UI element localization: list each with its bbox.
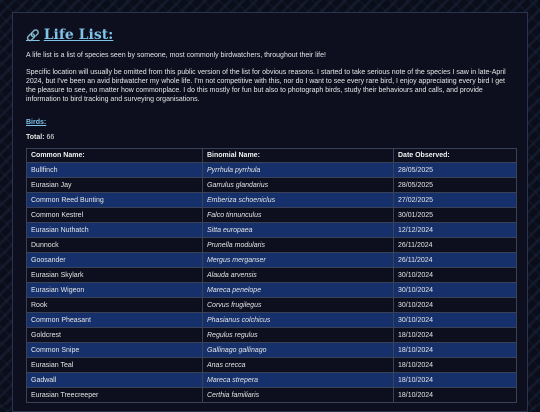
cell-date-observed: 27/02/2025 bbox=[393, 192, 517, 208]
page-title-text: Life List: bbox=[43, 27, 114, 43]
cell-date-observed: 30/10/2024 bbox=[393, 282, 517, 298]
table-row: Common Snipe Gallinago gallinago 18/10/202… bbox=[26, 342, 517, 358]
table-row: Eurasian Jay Garrulus glandarius 28/05/202… bbox=[26, 177, 517, 193]
link-icon: 🔗 bbox=[26, 28, 40, 42]
table-row: Bullfinch Pyrrhula pyrrhula 28/05/2025 bbox=[26, 162, 517, 178]
column-header-binomial-name: Binomial Name: bbox=[202, 148, 394, 163]
cell-date-observed: 12/12/2024 bbox=[393, 222, 517, 238]
table-row: Goldcrest Regulus regulus 18/10/2024 bbox=[26, 327, 517, 343]
cell-common-name: Bullfinch bbox=[26, 162, 203, 178]
cell-date-observed: 30/10/2024 bbox=[393, 267, 517, 283]
cell-binomial-name: Prunella modularis bbox=[202, 237, 394, 253]
birds-section-label: Birds: bbox=[26, 119, 47, 126]
table-row: Dunnock Prunella modularis 26/11/2024 bbox=[26, 237, 517, 253]
table-row: Eurasian Teal Anas crecca 18/10/2024 bbox=[26, 357, 517, 373]
cell-binomial-name: Falco tinnunculus bbox=[202, 207, 394, 223]
cell-common-name: Dunnock bbox=[26, 237, 203, 253]
table-row: Common Reed Bunting Emberiza schoeniclus 2… bbox=[26, 192, 517, 208]
cell-common-name: Common Snipe bbox=[26, 342, 203, 358]
table-row: Eurasian Wigeon Mareca penelope 30/10/2024 bbox=[26, 282, 517, 298]
intro-text: A life list is a list of species seen by… bbox=[26, 52, 326, 59]
cell-common-name: Rook bbox=[26, 297, 203, 313]
cell-binomial-name: Gallinago gallinago bbox=[202, 342, 394, 358]
cell-date-observed: 18/10/2024 bbox=[393, 387, 517, 403]
table-row: Gadwall Mareca strepera 18/10/2024 bbox=[26, 372, 517, 388]
cell-date-observed: 30/01/2025 bbox=[393, 207, 517, 223]
cell-common-name: Common Reed Bunting bbox=[26, 192, 203, 208]
total-value: 66 bbox=[46, 134, 55, 141]
life-list-panel: 🔗 Life List: A life list is a list of sp… bbox=[12, 12, 528, 412]
table-row: Goosander Mergus merganser 26/11/2024 bbox=[26, 252, 517, 268]
column-header-date-observed: Date Observed: bbox=[393, 148, 517, 163]
table-row: Eurasian Treecreeper Certhia familiaris 18… bbox=[26, 387, 517, 403]
cell-binomial-name: Emberiza schoeniclus bbox=[202, 192, 394, 208]
cell-common-name: Goosander bbox=[26, 252, 203, 268]
cell-binomial-name: Mareca strepera bbox=[202, 372, 394, 388]
cell-binomial-name: Corvus frugilegus bbox=[202, 297, 394, 313]
cell-binomial-name: Certhia familiaris bbox=[202, 387, 394, 403]
cell-date-observed: 18/10/2024 bbox=[393, 357, 517, 373]
birds-table: Common Name: Binomial Name: Date Observe… bbox=[26, 148, 517, 403]
cell-common-name: Gadwall bbox=[26, 372, 203, 388]
note-text: Specific location will usually be omitte… bbox=[26, 69, 506, 103]
cell-binomial-name: Alauda arvensis bbox=[202, 267, 394, 283]
table-row: Eurasian Nuthatch Sitta europaea 12/12/202… bbox=[26, 222, 517, 238]
cell-date-observed: 18/10/2024 bbox=[393, 372, 517, 388]
cell-date-observed: 18/10/2024 bbox=[393, 327, 517, 343]
cell-common-name: Eurasian Wigeon bbox=[26, 282, 203, 298]
cell-binomial-name: Pyrrhula pyrrhula bbox=[202, 162, 394, 178]
table-row: Common Kestrel Falco tinnunculus 30/01/202… bbox=[26, 207, 517, 223]
cell-binomial-name: Anas crecca bbox=[202, 357, 394, 373]
cell-binomial-name: Mareca penelope bbox=[202, 282, 394, 298]
cell-binomial-name: Garrulus glandarius bbox=[202, 177, 394, 193]
page-title: 🔗 Life List: bbox=[26, 27, 514, 43]
table-row: Common Pheasant Phasianus colchicus 30/10/… bbox=[26, 312, 517, 328]
cell-binomial-name: Sitta europaea bbox=[202, 222, 394, 238]
column-header-common-name: Common Name: bbox=[26, 148, 203, 163]
table-row: Eurasian Skylark Alauda arvensis 30/10/202… bbox=[26, 267, 517, 283]
cell-date-observed: 30/10/2024 bbox=[393, 312, 517, 328]
cell-common-name: Eurasian Treecreeper bbox=[26, 387, 203, 403]
cell-binomial-name: Mergus merganser bbox=[202, 252, 394, 268]
cell-date-observed: 18/10/2024 bbox=[393, 342, 517, 358]
cell-common-name: Eurasian Jay bbox=[26, 177, 203, 193]
cell-date-observed: 28/05/2025 bbox=[393, 162, 517, 178]
table-header-row: Common Name: Binomial Name: Date Observe… bbox=[26, 148, 517, 163]
total-count: Total: 66 bbox=[26, 134, 514, 141]
cell-common-name: Goldcrest bbox=[26, 327, 203, 343]
cell-date-observed: 26/11/2024 bbox=[393, 237, 517, 253]
cell-date-observed: 30/10/2024 bbox=[393, 297, 517, 313]
cell-common-name: Common Kestrel bbox=[26, 207, 203, 223]
cell-date-observed: 26/11/2024 bbox=[393, 252, 517, 268]
cell-common-name: Eurasian Nuthatch bbox=[26, 222, 203, 238]
total-label: Total: bbox=[26, 134, 45, 141]
cell-common-name: Common Pheasant bbox=[26, 312, 203, 328]
cell-date-observed: 28/05/2025 bbox=[393, 177, 517, 193]
cell-binomial-name: Regulus regulus bbox=[202, 327, 394, 343]
cell-common-name: Eurasian Skylark bbox=[26, 267, 203, 283]
cell-common-name: Eurasian Teal bbox=[26, 357, 203, 373]
cell-binomial-name: Phasianus colchicus bbox=[202, 312, 394, 328]
table-row: Rook Corvus frugilegus 30/10/2024 bbox=[26, 297, 517, 313]
